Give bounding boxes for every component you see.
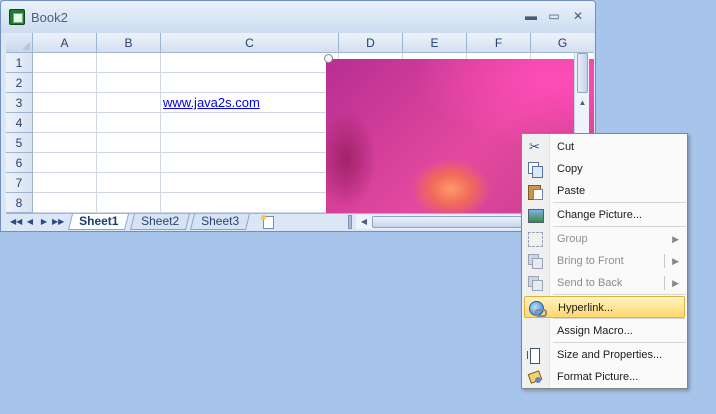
sheet-tab-bar: ◀◀ ◀ ▶ ▶▶ Sheet2 Sheet3 Sheet1 ◀ xyxy=(6,213,594,230)
gridline xyxy=(160,53,161,213)
menu-item-group[interactable]: Group ▶ xyxy=(524,228,685,250)
spreadsheet-grid[interactable]: A B C D E F G 1 2 3 4 5 6 7 8 www.java2s… xyxy=(6,33,594,213)
row-header-2[interactable]: 2 xyxy=(6,73,33,93)
menu-item-label: Send to Back xyxy=(557,277,623,289)
row-header-5[interactable]: 5 xyxy=(6,133,33,153)
vertical-scroll-thumb[interactable] xyxy=(577,53,588,93)
tab-label: Sheet2 xyxy=(141,214,180,228)
row-header-8[interactable]: 8 xyxy=(6,193,33,213)
menu-separator xyxy=(553,294,686,295)
close-button[interactable]: ✕ xyxy=(570,9,586,23)
menu-item-label: Format Picture... xyxy=(557,371,639,383)
menu-item-label: Copy xyxy=(557,163,583,175)
minimize-button[interactable]: ▬ xyxy=(523,9,539,23)
submenu-arrow-icon: ▶ xyxy=(672,256,679,266)
picture-resize-handle[interactable] xyxy=(324,54,333,63)
next-sheet-button[interactable]: ▶ xyxy=(38,215,50,229)
menu-item-send-to-back[interactable]: Send to Back ▶ xyxy=(524,272,685,294)
menu-separator xyxy=(553,318,686,319)
format-picture-icon xyxy=(527,369,543,385)
tab-label: Sheet1 xyxy=(79,214,119,228)
horizontal-scroll-thumb[interactable] xyxy=(372,216,532,228)
column-header-b[interactable]: B xyxy=(97,33,161,53)
menu-item-label: Assign Macro... xyxy=(557,325,633,337)
tab-sheet1[interactable]: Sheet1 xyxy=(68,214,130,230)
row-header-4[interactable]: 4 xyxy=(6,113,33,133)
tab-sheet3[interactable]: Sheet3 xyxy=(190,214,251,230)
change-picture-icon xyxy=(527,207,544,223)
menu-item-assign-macro[interactable]: Assign Macro... xyxy=(524,320,685,342)
size-properties-icon xyxy=(527,347,543,364)
previous-sheet-button[interactable]: ◀ xyxy=(24,215,36,229)
menu-item-label: Cut xyxy=(557,141,575,153)
menu-item-copy[interactable]: Copy xyxy=(524,158,685,180)
gridline xyxy=(96,53,97,213)
split-divider xyxy=(664,276,665,290)
row-header-3[interactable]: 3 xyxy=(6,93,33,113)
column-header-e[interactable]: E xyxy=(403,33,467,53)
menu-item-label: Group xyxy=(557,233,588,245)
cut-icon xyxy=(527,136,543,158)
bring-to-front-icon xyxy=(527,253,543,269)
menu-item-change-picture[interactable]: Change Picture... xyxy=(524,204,685,226)
menu-item-paste[interactable]: Paste xyxy=(524,180,685,202)
first-sheet-button[interactable]: ◀◀ xyxy=(10,215,22,229)
scroll-up-arrow[interactable]: ▲ xyxy=(577,93,588,113)
last-sheet-button[interactable]: ▶▶ xyxy=(52,215,64,229)
insert-sheet-icon[interactable] xyxy=(260,215,276,229)
menu-separator xyxy=(553,202,686,203)
menu-item-label: Hyperlink... xyxy=(558,302,614,314)
select-all-button[interactable] xyxy=(6,33,33,53)
row-header-7[interactable]: 7 xyxy=(6,173,33,193)
menu-item-bring-to-front[interactable]: Bring to Front ▶ xyxy=(524,250,685,272)
split-divider xyxy=(664,254,665,268)
menu-item-hyperlink[interactable]: Hyperlink... xyxy=(524,296,685,318)
hyperlink-cell-c3[interactable]: www.java2s.com xyxy=(163,95,260,110)
title-bar[interactable]: Book2 ▬ ▭ ✕ xyxy=(1,1,595,33)
restore-button[interactable]: ▭ xyxy=(546,9,562,23)
menu-separator xyxy=(553,226,686,227)
copy-icon xyxy=(527,161,543,178)
column-header-f[interactable]: F xyxy=(467,33,531,53)
menu-item-label: Change Picture... xyxy=(557,209,642,221)
menu-separator xyxy=(553,342,686,343)
menu-item-format-picture[interactable]: Format Picture... xyxy=(524,366,685,388)
menu-item-label: Size and Properties... xyxy=(557,349,663,361)
column-header-a[interactable]: A xyxy=(33,33,97,53)
excel-icon[interactable] xyxy=(9,9,25,25)
paste-icon xyxy=(527,183,543,200)
menu-item-cut[interactable]: Cut xyxy=(524,136,685,158)
scroll-left-arrow[interactable]: ◀ xyxy=(358,215,370,229)
workbook-window: Book2 ▬ ▭ ✕ A B C D E F G 1 2 3 4 5 6 7 … xyxy=(0,0,596,232)
tab-split-handle[interactable] xyxy=(348,215,352,229)
submenu-arrow-icon: ▶ xyxy=(672,278,679,288)
menu-item-label: Bring to Front xyxy=(557,255,624,267)
tab-sheet2[interactable]: Sheet2 xyxy=(130,214,191,230)
row-header-6[interactable]: 6 xyxy=(6,153,33,173)
menu-item-size-and-properties[interactable]: Size and Properties... xyxy=(524,344,685,366)
send-to-back-icon xyxy=(527,275,543,291)
column-header-d[interactable]: D xyxy=(339,33,403,53)
hyperlink-icon xyxy=(528,300,547,317)
context-menu: Cut Copy Paste Change Picture... Group ▶… xyxy=(521,133,688,389)
column-header-c[interactable]: C xyxy=(161,33,339,53)
menu-item-label: Paste xyxy=(557,185,586,197)
window-title: Book2 xyxy=(31,10,68,25)
column-header-g[interactable]: G xyxy=(531,33,594,53)
row-header-1[interactable]: 1 xyxy=(6,53,33,73)
tab-label: Sheet3 xyxy=(201,214,240,228)
submenu-arrow-icon: ▶ xyxy=(672,234,679,244)
group-icon xyxy=(527,231,543,247)
